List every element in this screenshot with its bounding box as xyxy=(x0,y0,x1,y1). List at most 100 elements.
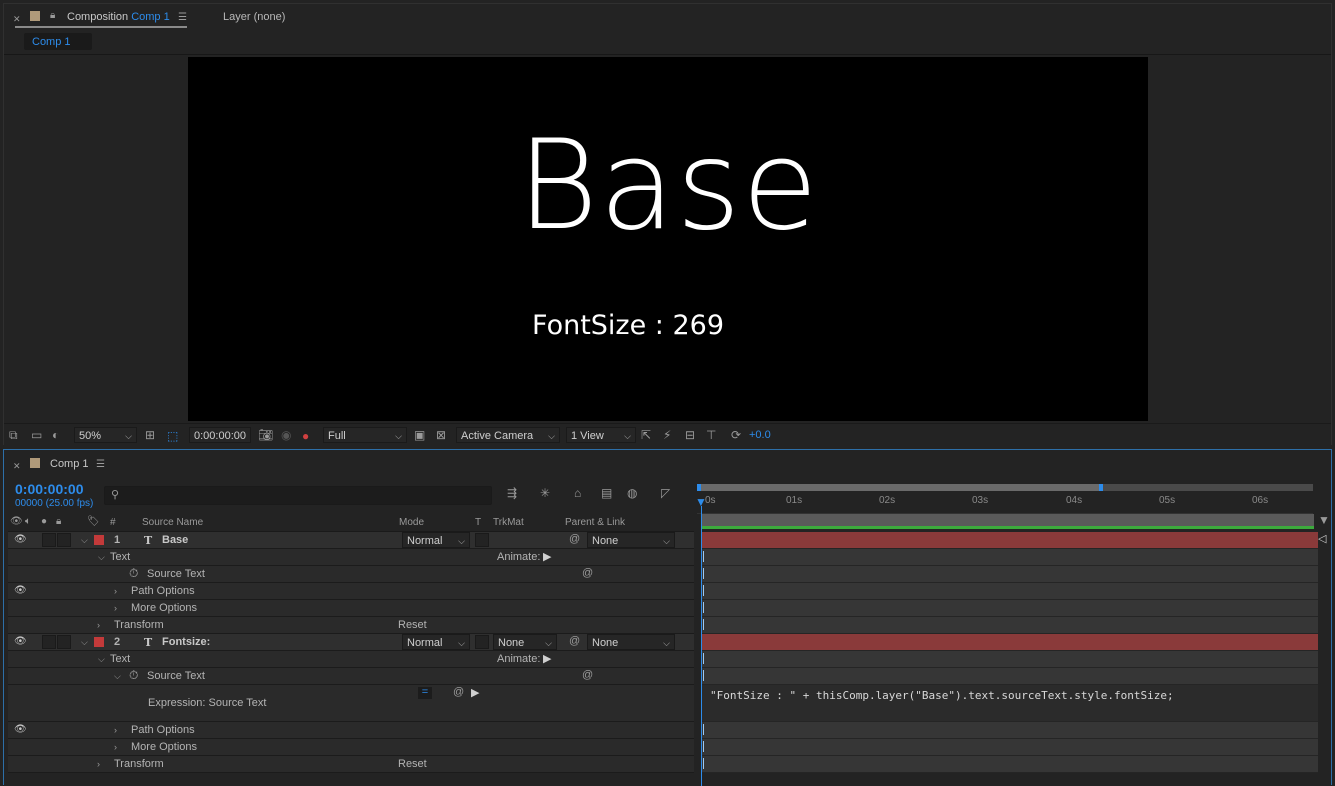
audio-toggle[interactable] xyxy=(42,533,56,547)
twirl-icon[interactable]: › xyxy=(114,742,117,752)
preserve-transparency-toggle[interactable] xyxy=(475,635,489,649)
parent-select[interactable]: None ⌵ xyxy=(587,532,675,548)
trkmat-select[interactable]: None ⌵ xyxy=(493,634,557,650)
shy-layers-icon[interactable]: ⌂ xyxy=(574,487,581,499)
layer-search-input[interactable]: ⚲ xyxy=(104,486,492,505)
property-row[interactable]: › More Options xyxy=(8,600,694,617)
always-preview-icon[interactable]: ⧉ xyxy=(9,429,18,441)
layer-label-swatch[interactable] xyxy=(94,535,104,545)
eye-icon[interactable]: 👁︎ xyxy=(14,534,27,545)
column-source-name[interactable]: Source Name xyxy=(142,517,203,528)
pickwhip-icon[interactable]: @ xyxy=(569,533,580,545)
flowchart-icon[interactable]: ⊤ xyxy=(706,429,716,441)
comp-canvas[interactable]: Base FontSize : 269 xyxy=(188,57,1148,421)
work-area-bar[interactable] xyxy=(701,514,1314,526)
panel-menu-icon[interactable]: ☰ xyxy=(96,459,105,471)
property-row[interactable]: › Transform Reset xyxy=(8,756,694,773)
lock-icon[interactable]: 🔒︎ xyxy=(50,10,55,22)
property-row[interactable]: ⌵ Text Animate: ▶ xyxy=(8,549,694,566)
color-channels-icon[interactable]: ● xyxy=(302,429,309,443)
solo-toggle[interactable] xyxy=(57,533,71,547)
twirl-icon[interactable]: ⌵ xyxy=(81,535,88,546)
panel-menu-icon[interactable]: ☰ xyxy=(178,12,187,24)
exposure-value[interactable]: +0.0 xyxy=(749,429,771,441)
audio-toggle[interactable] xyxy=(42,635,56,649)
current-time-field[interactable]: 0:00:00:00 xyxy=(189,427,251,443)
toggle-pixel-aspect-icon[interactable]: ⇱ xyxy=(641,429,651,441)
twirl-icon[interactable]: ⌵ xyxy=(98,552,105,563)
time-navigator-range[interactable] xyxy=(697,484,1103,491)
pickwhip-icon[interactable]: @ xyxy=(582,669,593,681)
layer-duration-bar[interactable] xyxy=(701,532,1318,549)
snapshot-icon[interactable]: ◉ xyxy=(281,429,291,441)
grid-guides-icon[interactable]: ⊞ xyxy=(145,429,155,441)
monitor-icon[interactable]: ▭ xyxy=(31,429,42,441)
motion-blur-icon[interactable]: ◍ xyxy=(627,487,637,499)
graph-editor-icon[interactable]: ◸ xyxy=(661,487,670,499)
property-row[interactable]: › More Options xyxy=(8,739,694,756)
expression-editor[interactable]: "FontSize : " + thisComp.layer("Base").t… xyxy=(701,685,1318,722)
timeline-zoom-icon[interactable]: ▼ xyxy=(1318,514,1330,526)
play-icon[interactable]: ▶ xyxy=(543,550,551,563)
draft-3d-icon[interactable]: ✳ xyxy=(540,487,550,499)
twirl-icon[interactable]: › xyxy=(114,725,117,735)
pickwhip-icon[interactable]: @ xyxy=(582,567,593,579)
expression-language-menu-icon[interactable]: ▶ xyxy=(471,686,479,699)
expression-graph-icon[interactable]: @ xyxy=(453,686,464,698)
current-time-indicator-line[interactable] xyxy=(701,506,702,786)
close-icon[interactable]: ✕ xyxy=(13,13,21,25)
camera-view-select[interactable]: Active Camera ⌵ xyxy=(456,427,560,443)
fast-preview-icon[interactable]: ⚡︎ xyxy=(663,429,671,441)
property-row[interactable]: ⌵ ⏱︎ Source Text @ xyxy=(8,668,694,685)
mode-select[interactable]: Normal ⌵ xyxy=(402,532,470,548)
reset-link[interactable]: Reset xyxy=(398,758,427,770)
animate-label[interactable]: Animate: xyxy=(497,551,540,563)
twirl-icon[interactable]: ⌵ xyxy=(114,671,121,682)
eye-icon[interactable]: 👁︎ xyxy=(14,724,27,735)
property-row[interactable]: 👁︎ › Path Options xyxy=(8,722,694,739)
layer-row[interactable]: 👁︎ ⌵ 2 T Fontsize: Normal ⌵ None ⌵ @ Non… xyxy=(8,634,694,651)
reset-exposure-icon[interactable]: ⟳ xyxy=(731,429,741,441)
eye-icon[interactable]: 👁︎ xyxy=(14,636,27,647)
twirl-icon[interactable]: ⌵ xyxy=(98,654,105,665)
solo-icon[interactable]: ● xyxy=(41,516,47,528)
time-navigator[interactable] xyxy=(697,484,1313,491)
solo-toggle[interactable] xyxy=(57,635,71,649)
stopwatch-icon[interactable]: ⏱︎ xyxy=(129,668,138,683)
twirl-icon[interactable]: › xyxy=(114,603,117,613)
label-icon[interactable]: 🏷︎ xyxy=(87,516,100,528)
mask-visibility-icon[interactable]: ◐ xyxy=(52,429,59,441)
camera-icon[interactable]: 📷︎ xyxy=(258,429,273,441)
twirl-icon[interactable]: › xyxy=(114,586,117,596)
animate-label[interactable]: Animate: xyxy=(497,653,540,665)
pickwhip-icon[interactable]: @ xyxy=(569,635,580,647)
eye-icon[interactable]: 👁︎ xyxy=(14,585,27,596)
expression-row[interactable]: Expression: Source Text = @ ▶ xyxy=(8,685,694,722)
property-row[interactable]: ⌵ Text Animate: ▶ xyxy=(8,651,694,668)
layer-tab[interactable]: Layer (none) xyxy=(223,11,285,23)
lock-column-icon[interactable]: 🔒︎ xyxy=(56,516,61,528)
region-toggle-icon[interactable]: ▣ xyxy=(414,429,425,441)
zoom-select[interactable]: 50% ⌵ xyxy=(74,427,137,443)
expression-text[interactable]: "FontSize : " + thisComp.layer("Base").t… xyxy=(710,689,1174,702)
mode-select[interactable]: Normal ⌵ xyxy=(402,634,470,650)
frame-blending-icon[interactable]: ▤ xyxy=(601,487,612,499)
play-icon[interactable]: ▶ xyxy=(543,652,551,665)
timeline-icon[interactable]: ⊟ xyxy=(685,429,695,441)
layer-duration-bar[interactable] xyxy=(701,634,1318,651)
comp-sub-tab[interactable]: Comp 1 xyxy=(24,33,92,50)
twirl-icon[interactable]: ⌵ xyxy=(81,637,88,648)
composition-tab[interactable]: Composition Comp 1 xyxy=(67,11,170,23)
audio-icon[interactable]: 🔈︎ xyxy=(25,516,31,528)
comp-mini-flowchart-icon[interactable]: ⇶ xyxy=(507,487,517,499)
layer-label-swatch[interactable] xyxy=(94,637,104,647)
layer-name[interactable]: Fontsize: xyxy=(162,636,210,648)
resolution-select[interactable]: Full ⌵ xyxy=(323,427,407,443)
property-row[interactable]: ⏱︎ Source Text @ xyxy=(8,566,694,583)
timeline-current-time[interactable]: 0:00:00:00 xyxy=(15,481,84,497)
eye-icon[interactable]: 👁︎ xyxy=(10,516,23,528)
close-icon[interactable]: ✕ xyxy=(13,460,21,472)
twirl-icon[interactable]: › xyxy=(97,759,100,769)
layer-name[interactable]: Base xyxy=(162,534,188,546)
timeline-tab[interactable]: Comp 1 xyxy=(50,458,89,470)
